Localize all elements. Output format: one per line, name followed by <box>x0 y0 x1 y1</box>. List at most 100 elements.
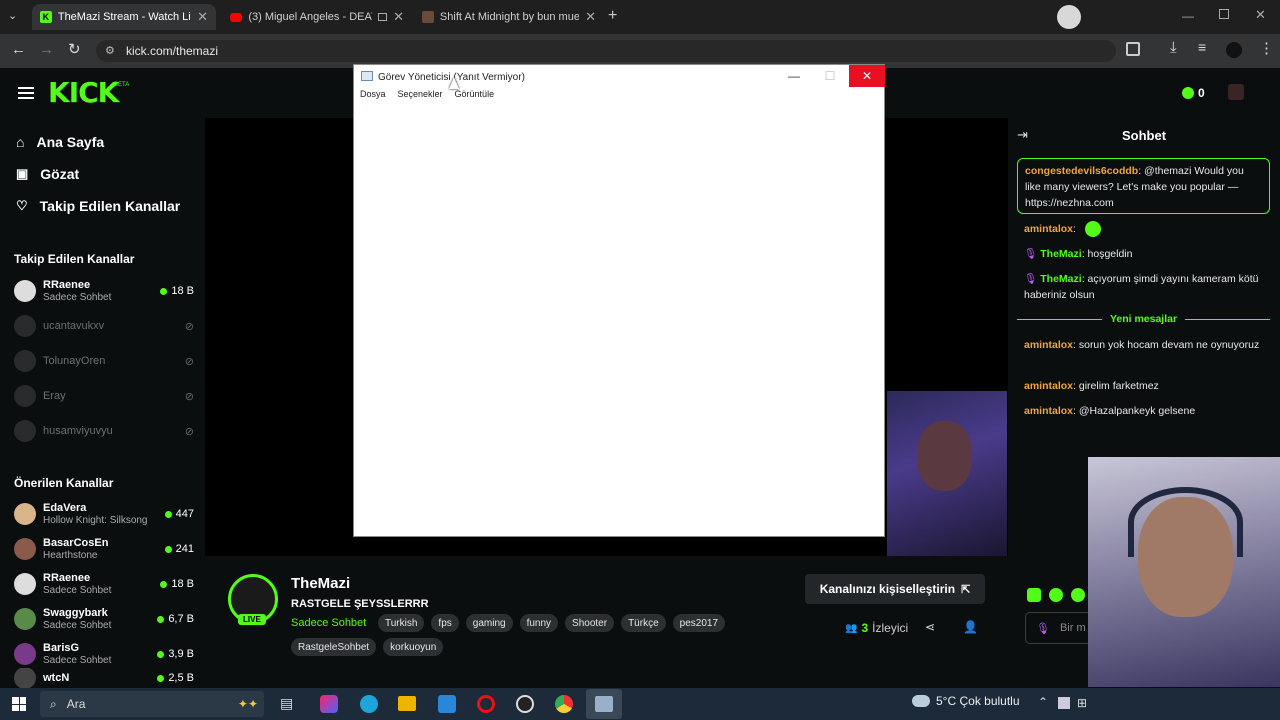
back-icon[interactable]: ← <box>11 41 26 58</box>
chrome-icon[interactable] <box>555 695 573 713</box>
tag[interactable]: Turkish <box>378 614 425 632</box>
tab-close-icon[interactable]: ✕ <box>585 9 596 25</box>
recommended-channel-rraenee[interactable]: RRaenee Sadece Sohbet 18 B <box>14 568 194 600</box>
opera-icon[interactable] <box>477 695 495 713</box>
edge-icon[interactable] <box>360 695 378 713</box>
download-icon[interactable]: ⤓ <box>1170 39 1177 56</box>
media-control-icon[interactable]: ≡ <box>1198 39 1206 55</box>
nav-home[interactable]: ⌂ Ana Sayfa <box>16 134 104 150</box>
extensions-icon[interactable] <box>1126 42 1140 56</box>
task-view-icon[interactable]: ▤ <box>280 695 293 712</box>
people-icon: 👥 <box>845 622 858 634</box>
tab-kick[interactable]: K TheMazi Stream - Watch Live o ✕ <box>32 4 216 30</box>
tag[interactable]: pes2017 <box>672 614 726 632</box>
site-info-icon[interactable]: ⚙ <box>105 44 115 57</box>
emote-icon[interactable] <box>1027 588 1041 602</box>
tray-app-icon[interactable] <box>1058 697 1070 709</box>
recommended-channel-wtcn[interactable]: wtcN 2,5 B <box>14 668 194 688</box>
button-label: Kanalınızı kişiselleştirin <box>819 582 956 596</box>
user-avatar[interactable] <box>1228 84 1244 100</box>
reload-icon[interactable]: ↻ <box>68 40 81 58</box>
share-icon[interactable]: ⋖ <box>925 620 935 634</box>
tab-shift-at-midnight[interactable]: Shift At Midnight by bun muen ✕ <box>414 4 604 30</box>
tab-search-chevron-icon[interactable]: ⌄ <box>8 9 24 25</box>
stream-category[interactable]: Sadece Sohbet <box>291 617 366 629</box>
tm-maximize-icon[interactable]: ☐ <box>812 65 848 87</box>
avatar <box>14 668 36 688</box>
nav-label: Gözat <box>40 166 80 182</box>
tag[interactable]: Shooter <box>565 614 615 632</box>
task-manager-taskbar-button[interactable] <box>586 689 622 719</box>
kick-logo[interactable]: KICK <box>48 76 119 109</box>
viewer-count: 👥 3 İzleyici <box>845 621 908 635</box>
tm-minimize-icon[interactable]: — <box>776 65 812 87</box>
collapse-chat-icon[interactable]: ⇥ <box>1017 127 1028 143</box>
chat-username[interactable]: amintalox <box>1024 339 1073 351</box>
follow-user-icon[interactable]: 👤 <box>963 620 978 634</box>
followed-channel-ucantavukxv[interactable]: ucantavukxv ⊘ <box>14 310 194 342</box>
followed-channel-tolunayoren[interactable]: TolunayOren ⊘ <box>14 345 194 377</box>
profile-avatar[interactable] <box>1226 42 1242 58</box>
new-tab-icon[interactable]: + <box>608 7 617 25</box>
address-input[interactable]: ⚙ kick.com/themazi <box>96 40 1116 62</box>
menu-view[interactable]: Görüntüle <box>455 89 495 105</box>
minimize-icon[interactable]: — <box>1182 9 1194 23</box>
windows-start-icon[interactable] <box>12 697 26 711</box>
menu-file[interactable]: Dosya <box>360 89 386 105</box>
tab-youtube[interactable]: (3) Miguel Angeles - DEATH ✕ <box>222 4 412 30</box>
followed-channel-husamviyuvyu[interactable]: husamviyuvyu ⊘ <box>14 415 194 447</box>
viewers-label: İzleyici <box>872 621 909 635</box>
recommended-channel-edavera[interactable]: EdaVera Hollow Knight: Silksong 447 <box>14 498 194 530</box>
mail-icon[interactable] <box>438 695 456 713</box>
tag[interactable]: funny <box>519 614 559 632</box>
headset <box>1128 487 1243 557</box>
file-explorer-icon[interactable] <box>398 696 416 711</box>
tray-chevron-icon[interactable]: ⌃ <box>1038 695 1048 709</box>
tag[interactable]: Türkçe <box>621 614 666 632</box>
recommended-channel-basarcosen[interactable]: BasarCosEn Hearthstone 241 <box>14 533 194 565</box>
maximize-icon[interactable] <box>1219 9 1229 19</box>
hamburger-menu-icon[interactable] <box>18 87 34 99</box>
forward-icon[interactable]: → <box>39 41 54 58</box>
taskbar-search[interactable]: ⌕ Ara ✦✦ <box>40 691 264 717</box>
tag[interactable]: korkuoyun <box>383 638 444 656</box>
chat-username[interactable]: amintalox <box>1024 223 1073 235</box>
channel-name: RRaenee <box>43 278 91 291</box>
chat-input[interactable]: 🎙 Bir m <box>1025 612 1095 644</box>
window-close-icon[interactable]: ✕ <box>1255 7 1266 23</box>
kicks-balance[interactable]: 0 <box>1182 86 1205 100</box>
tab-close-icon[interactable]: ✕ <box>393 9 404 25</box>
tm-close-button[interactable]: ✕ <box>849 65 885 87</box>
obs-icon[interactable] <box>516 695 534 713</box>
live-dot-icon <box>157 615 165 623</box>
streamer-name[interactable]: TheMazi <box>291 575 350 592</box>
chat-username[interactable]: amintalox <box>1024 405 1073 417</box>
chat-username[interactable]: amintalox <box>1024 380 1073 392</box>
browser-menu-icon[interactable]: ⋮ <box>1259 39 1274 57</box>
recommended-channel-swaggybark[interactable]: Swaggybark Sadece Sohbet 6,7 B <box>14 603 194 635</box>
chat-input-placeholder: Bir m <box>1059 622 1086 634</box>
followed-channel-rraenee[interactable]: RRaenee Sadece Sohbet 18 B <box>14 275 194 307</box>
emote-icon[interactable] <box>1071 588 1085 602</box>
channel-category: Sadece Sohbet <box>43 654 112 666</box>
chat-username[interactable]: TheMazi <box>1040 248 1081 260</box>
copilot-icon[interactable] <box>320 695 338 713</box>
tab-close-icon[interactable]: ✕ <box>197 9 208 25</box>
chat-username[interactable]: TheMazi <box>1040 273 1081 285</box>
emote-icon[interactable] <box>1049 588 1063 602</box>
weather-widget[interactable]: 5°C Çok bulutlu <box>912 694 1020 708</box>
viewer-count: 18 B <box>160 578 194 590</box>
tag[interactable]: RastgeleSohbet <box>291 638 377 656</box>
tag[interactable]: gaming <box>465 614 513 632</box>
chat-username[interactable]: congestedevils6coddb <box>1025 165 1138 177</box>
task-manager-window: Görev Yöneticisi (Yanıt Vermiyor) — ☐ ✕ … <box>353 64 885 537</box>
tray-app-icon[interactable]: ⊞ <box>1077 696 1087 710</box>
nav-browse[interactable]: ▣ Gözat <box>16 166 79 182</box>
steam-icon[interactable] <box>1057 5 1081 29</box>
customize-channel-button[interactable]: Kanalınızı kişiselleştirin ⇱ <box>805 574 985 604</box>
recommended-channel-barisg[interactable]: BarisG Sadece Sohbet 3,9 B <box>14 638 194 670</box>
followed-channel-eray[interactable]: Eray ⊘ <box>14 380 194 412</box>
nav-following[interactable]: ♡ Takip Edilen Kanallar <box>16 198 180 214</box>
menu-options[interactable]: Seçenekler <box>398 89 443 105</box>
tag[interactable]: fps <box>431 614 459 632</box>
